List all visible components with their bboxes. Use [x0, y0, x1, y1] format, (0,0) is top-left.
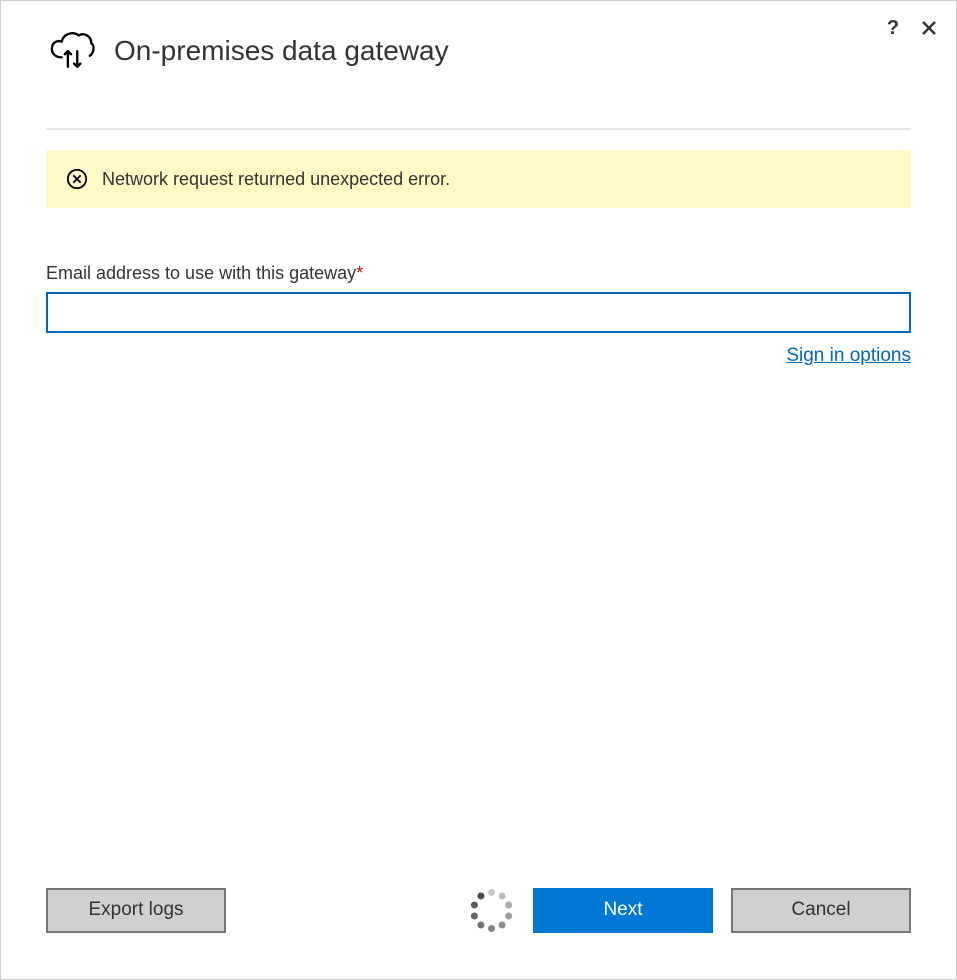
- signin-options-link[interactable]: Sign in options: [786, 345, 911, 366]
- close-icon[interactable]: [920, 19, 938, 37]
- header: On-premises data gateway: [46, 23, 911, 130]
- footer: Export logs Next Cancel: [46, 886, 911, 934]
- email-field[interactable]: [46, 292, 911, 333]
- error-icon: [66, 168, 88, 190]
- error-message: Network request returned unexpected erro…: [102, 169, 450, 190]
- cloud-gateway-icon: [46, 23, 96, 78]
- export-logs-button[interactable]: Export logs: [46, 888, 226, 933]
- error-banner: Network request returned unexpected erro…: [46, 150, 911, 208]
- page-title: On-premises data gateway: [114, 35, 449, 67]
- cancel-button[interactable]: Cancel: [731, 888, 911, 933]
- next-button[interactable]: Next: [533, 888, 713, 933]
- loading-spinner-icon: [467, 886, 515, 934]
- gateway-setup-window: ? On-premises data gateway Network reque…: [1, 1, 956, 979]
- email-label: Email address to use with this gateway*: [46, 263, 911, 284]
- titlebar-controls: ?: [884, 19, 938, 37]
- required-indicator: *: [356, 263, 363, 283]
- help-icon[interactable]: ?: [884, 19, 902, 37]
- email-field-group: Email address to use with this gateway* …: [46, 263, 911, 367]
